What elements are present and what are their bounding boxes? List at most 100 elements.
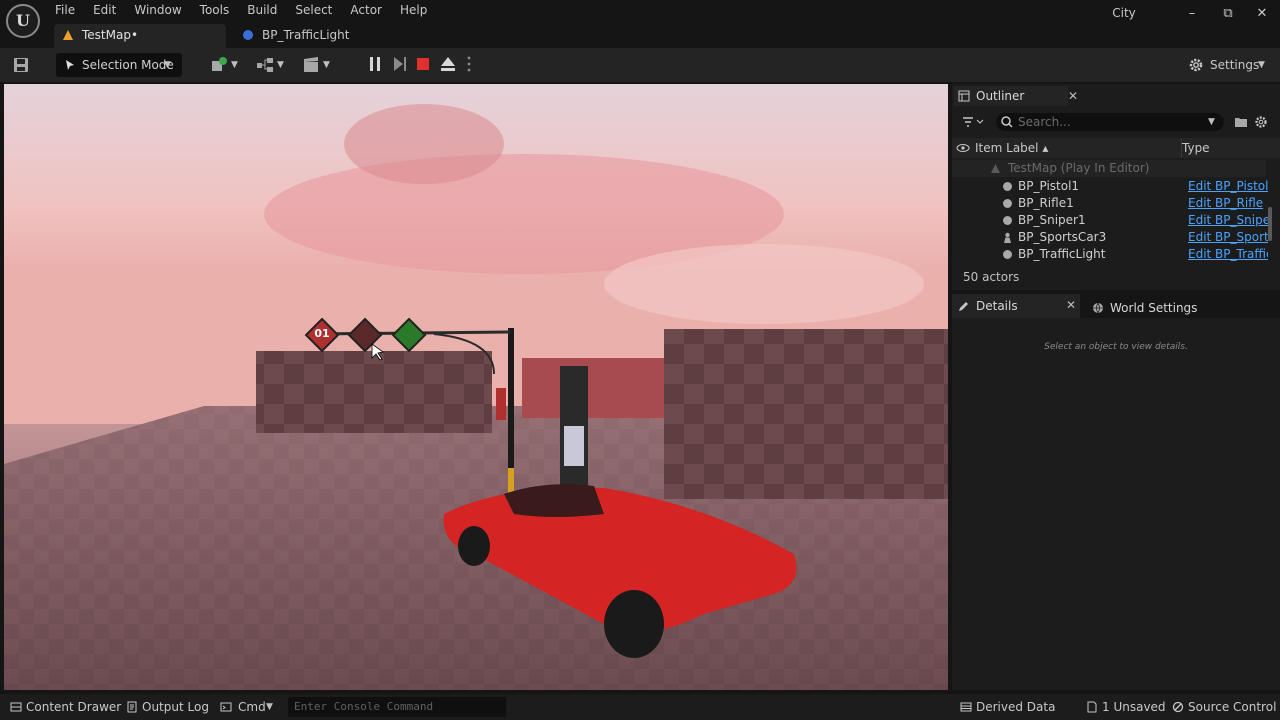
outliner-row[interactable]: BP_Pistol1 Edit BP_Pistol [952, 178, 1268, 195]
details-tab-bar: Details ✕ World Settings [952, 294, 1280, 318]
blueprint-menu-icon[interactable] [256, 56, 274, 74]
main-toolbar: Selection Mode ▼ ▼ ▼ ▼ [0, 48, 1280, 82]
outliner-row-type-link[interactable]: Edit BP_Rifle [1188, 195, 1268, 212]
save-icon[interactable] [12, 56, 30, 74]
wall-right [664, 329, 948, 499]
menu-select[interactable]: Select [286, 1, 341, 21]
outliner-column-header: Item Label ▴ Type [952, 138, 1280, 158]
menu-file[interactable]: File [46, 1, 84, 21]
derived-data-button[interactable]: Derived Data [960, 699, 1055, 715]
globe-icon [1093, 302, 1103, 314]
outliner-scrollbar[interactable] [1268, 207, 1272, 241]
close-icon[interactable]: ✕ [1066, 298, 1076, 312]
outliner-row-type-link[interactable]: Edit BP_Sports [1188, 229, 1268, 246]
viewport-scene [4, 84, 948, 690]
stop-icon[interactable] [416, 57, 430, 71]
outliner-row-name: BP_TrafficLight [1018, 247, 1106, 261]
cmd-dropdown[interactable]: Cmd ▼ [220, 699, 273, 715]
pause-icon[interactable] [368, 56, 382, 72]
pawn-icon [1004, 232, 1011, 243]
chevron-down-icon[interactable]: ▼ [1208, 113, 1215, 131]
status-bar: Content Drawer Output Log Cmd ▼ Enter Co… [0, 694, 1280, 720]
tab-testmap[interactable]: TestMap• [54, 24, 226, 48]
close-icon[interactable]: ✕ [1068, 86, 1078, 106]
content-drawer-label: Content Drawer [26, 700, 122, 714]
outliner-row[interactable]: BP_Sniper1 Edit BP_Sniper [952, 212, 1268, 229]
outliner-row-type-link[interactable]: Edit BP_Pistol [1188, 178, 1268, 195]
project-name: City [1112, 6, 1136, 20]
filter-icon[interactable] [962, 116, 984, 128]
add-actor-icon[interactable] [210, 56, 228, 74]
settings-button[interactable]: Settings ▼ [1186, 55, 1272, 75]
menu-help[interactable]: Help [391, 1, 436, 21]
actor-sphere-icon [1003, 216, 1012, 225]
eject-icon[interactable] [440, 56, 456, 72]
details-tab[interactable]: Details ✕ [952, 294, 1080, 318]
minimize-button[interactable]: – [1176, 2, 1208, 26]
tab-testmap-label: TestMap• [82, 28, 139, 42]
more-options-icon[interactable] [466, 55, 472, 73]
column-type[interactable]: Type [1182, 138, 1210, 158]
source-control-button[interactable]: Source Control [1172, 699, 1276, 715]
tab-bp-trafficlight[interactable]: BP_TrafficLight [234, 24, 374, 48]
add-folder-icon[interactable] [1234, 115, 1248, 129]
tab-bp-trafficlight-label: BP_TrafficLight [262, 28, 350, 42]
outliner-tab-label: Outliner [976, 89, 1025, 103]
outliner-root-label: TestMap (Play In Editor) [1008, 161, 1150, 175]
unsaved-icon [1087, 701, 1097, 713]
level-viewport[interactable]: 01 [4, 84, 948, 690]
terminal-icon [220, 702, 232, 712]
pencil-icon [959, 302, 968, 311]
chevron-down-icon: ▼ [1258, 60, 1265, 70]
outliner-row[interactable]: BP_Rifle1 Edit BP_Rifle [952, 195, 1266, 212]
selection-mode-dropdown[interactable]: Selection Mode ▼ [56, 53, 182, 77]
menu-build[interactable]: Build [238, 1, 286, 21]
menu-actor[interactable]: Actor [341, 1, 391, 21]
outliner-tab[interactable]: Outliner ✕ [954, 86, 1078, 106]
menu-tools[interactable]: Tools [191, 1, 239, 21]
meter-panel [564, 426, 584, 466]
actor-sphere-icon [1003, 250, 1012, 259]
outliner-row-name: BP_SportsCar3 [1018, 230, 1107, 244]
chevron-down-icon[interactable]: ▼ [323, 60, 330, 70]
outliner-row-type-link[interactable]: Edit BP_Sniper [1188, 212, 1268, 229]
details-tab-inner: Details [954, 296, 1018, 316]
wall-middle [522, 358, 664, 418]
menu-edit[interactable]: Edit [84, 1, 125, 21]
cloud [604, 244, 924, 324]
traffic-light-number: 01 [314, 327, 330, 340]
source-control-label: Source Control [1188, 700, 1277, 714]
output-log-button[interactable]: Output Log [126, 699, 209, 715]
output-log-icon [127, 701, 137, 713]
content-drawer-icon [10, 702, 22, 712]
outliner-row[interactable]: BP_TrafficLight Edit BP_Traffic [952, 246, 1268, 263]
selection-mode-label: Selection Mode [82, 58, 174, 72]
restore-button[interactable]: ⧉ [1212, 2, 1244, 26]
frame-skip-icon[interactable] [392, 56, 408, 72]
world-settings-tab[interactable]: World Settings [1088, 298, 1197, 318]
column-item-label[interactable]: Item Label ▴ [975, 138, 1048, 158]
chevron-down-icon[interactable]: ▼ [277, 60, 284, 70]
close-window-button[interactable]: ✕ [1246, 2, 1278, 26]
unreal-logo[interactable]: U [6, 4, 40, 38]
eye-icon[interactable] [956, 143, 970, 153]
car-wheel [604, 590, 664, 658]
menu-window[interactable]: Window [125, 1, 190, 21]
actor-count: 50 actors [963, 270, 1020, 284]
content-drawer-button[interactable]: Content Drawer [10, 699, 121, 715]
car-wheel [458, 526, 490, 566]
menu-bar: File Edit Window Tools Build Select Acto… [46, 1, 436, 21]
chevron-down-icon[interactable]: ▼ [231, 60, 238, 70]
world-settings-label: World Settings [1110, 301, 1198, 315]
cinematics-icon[interactable] [302, 56, 320, 74]
derived-data-label: Derived Data [976, 700, 1056, 714]
outliner-row-type-link[interactable]: Edit BP_Traffic [1188, 246, 1268, 263]
console-command-input[interactable]: Enter Console Command [288, 697, 506, 717]
outliner-panel: Outliner ✕ Search... ▼ Item Label ▴ Type… [952, 84, 1280, 290]
outliner-row[interactable]: BP_SportsCar3 Edit BP_Sports [952, 229, 1268, 246]
outliner-search-input[interactable]: Search... ▼ [996, 113, 1224, 131]
outliner-root-row[interactable]: TestMap (Play In Editor) [952, 160, 1266, 177]
source-control-off-icon [1172, 701, 1184, 713]
gear-icon[interactable] [1254, 115, 1268, 129]
unsaved-button[interactable]: 1 Unsaved [1086, 699, 1166, 715]
